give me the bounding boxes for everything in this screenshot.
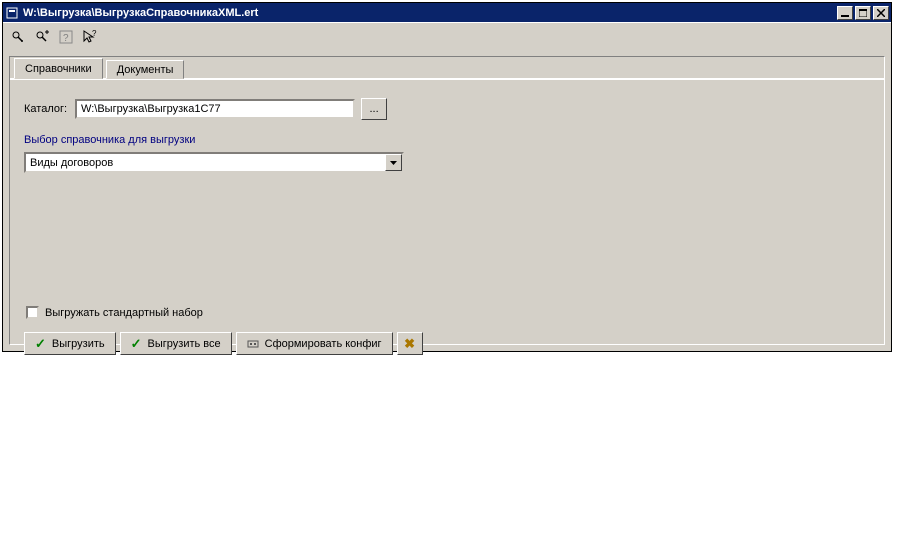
tabstrip: Справочники Документы <box>10 56 884 79</box>
cancel-button[interactable]: ✖ <box>397 332 423 355</box>
section-title: Выбор справочника для выгрузки <box>24 134 870 146</box>
tab-page-spravochniki: Каталог: ... Выбор справочника для выгру… <box>10 79 884 344</box>
svg-text:?: ? <box>92 30 97 38</box>
cross-icon: ✖ <box>404 336 415 352</box>
window-controls <box>835 6 889 20</box>
export-button[interactable]: ✓ Выгрузить <box>24 332 116 355</box>
titlebar: W:\Выгрузка\ВыгрузкаСправочникаXML.ert <box>3 3 891 22</box>
check-icon: ✓ <box>35 336 46 352</box>
window-title: W:\Выгрузка\ВыгрузкаСправочникаXML.ert <box>23 7 835 19</box>
make-config-button[interactable]: Сформировать конфиг <box>236 332 393 355</box>
dropdown-button[interactable] <box>385 154 402 171</box>
minimize-button[interactable] <box>837 6 853 20</box>
close-button[interactable] <box>873 6 889 20</box>
check-icon: ✓ <box>131 336 142 352</box>
action-buttons: ✓ Выгрузить ✓ Выгрузить все Сформировать… <box>24 332 423 355</box>
cursor-help-icon[interactable]: ? <box>81 28 99 46</box>
catalog-label: Каталог: <box>24 103 67 115</box>
std-set-label: Выгружать стандартный набор <box>45 307 203 319</box>
tab-dokumenty[interactable]: Документы <box>106 60 185 79</box>
catalog-input[interactable] <box>75 99 355 119</box>
toolbar: ? ? <box>3 22 891 50</box>
catalog-row: Каталог: ... <box>24 98 870 120</box>
maximize-button[interactable] <box>855 6 871 20</box>
chevron-down-icon <box>390 161 397 165</box>
button-label: Сформировать конфиг <box>265 338 382 350</box>
spravochnik-select[interactable]: Виды договоров <box>24 152 404 173</box>
gear-icon <box>247 338 259 350</box>
export-all-button[interactable]: ✓ Выгрузить все <box>120 332 232 355</box>
spravochnik-selected: Виды договоров <box>26 154 385 171</box>
std-set-checkbox[interactable] <box>26 306 39 319</box>
tab-label: Справочники <box>25 63 92 75</box>
browse-button[interactable]: ... <box>361 98 387 120</box>
help-icon[interactable]: ? <box>57 28 75 46</box>
tab-label: Документы <box>117 64 174 76</box>
find-add-icon[interactable] <box>33 28 51 46</box>
app-icon <box>5 6 19 20</box>
std-set-row: Выгружать стандартный набор <box>26 306 203 319</box>
app-window: W:\Выгрузка\ВыгрузкаСправочникаXML.ert ?… <box>2 2 892 352</box>
svg-text:?: ? <box>63 33 69 44</box>
button-label: Выгрузить <box>52 338 105 350</box>
find-icon[interactable] <box>9 28 27 46</box>
tab-spravochniki[interactable]: Справочники <box>14 58 103 79</box>
client-area: Справочники Документы Каталог: ... Выбор… <box>9 56 885 345</box>
button-label: Выгрузить все <box>148 338 221 350</box>
